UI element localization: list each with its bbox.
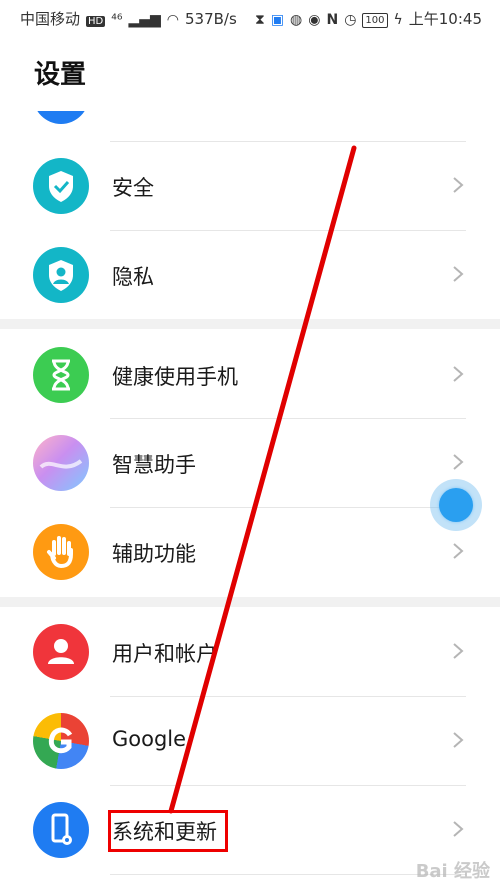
- annotation-arrow: [168, 145, 357, 814]
- watermark: Bai 经验: [415, 861, 490, 882]
- annotation-highlight-box: [108, 810, 228, 852]
